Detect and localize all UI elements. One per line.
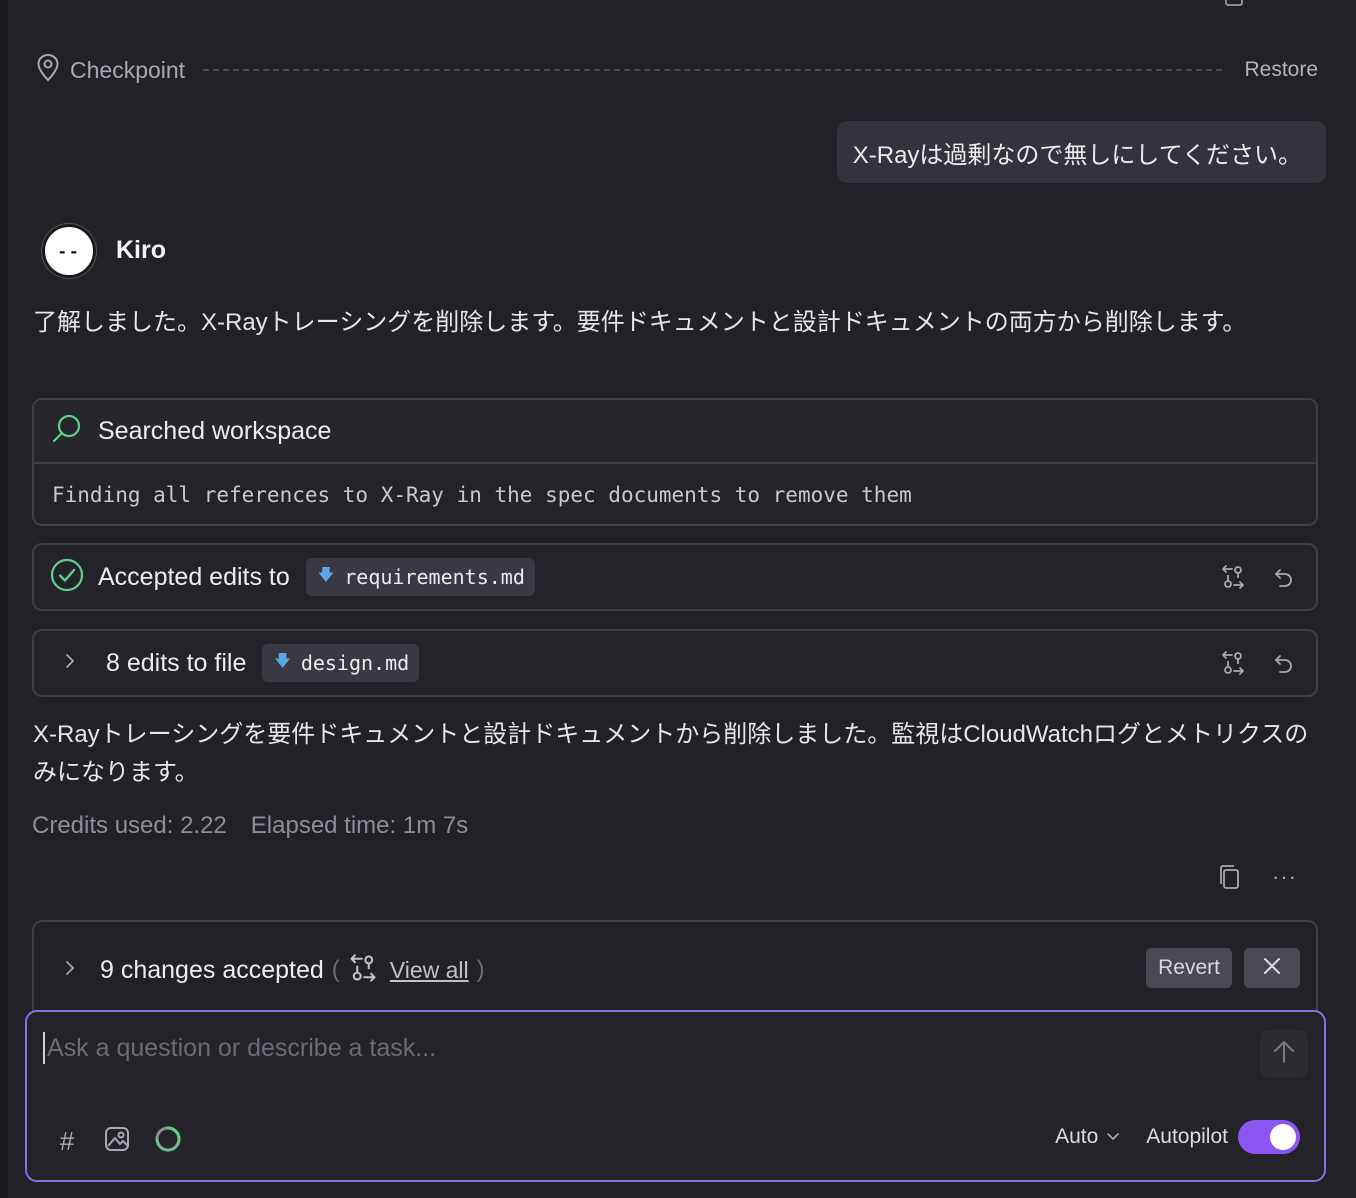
accepted-edits-label: Accepted edits to [98, 562, 290, 591]
elapsed-time: Elapsed time: 1m 7s [250, 812, 469, 839]
compare-diff-icon[interactable] [1220, 650, 1246, 676]
accepted-edits-card: Accepted edits to 🡇 requirements.md [32, 543, 1318, 611]
chevron-right-icon[interactable] [62, 653, 78, 674]
file-chip-design[interactable]: 🡇 design.md [262, 644, 420, 682]
revert-button[interactable]: Revert [1146, 948, 1232, 988]
location-pin-icon [36, 53, 60, 88]
image-upload-icon[interactable] [103, 1125, 131, 1158]
paren-open: ( [331, 956, 340, 983]
search-query-text: Finding all references to X-Ray in the s… [52, 483, 912, 507]
model-select-value: Auto [1055, 1125, 1099, 1148]
close-icon [1262, 956, 1282, 981]
edits-to-file-card[interactable]: 8 edits to file 🡇 design.md [32, 629, 1318, 697]
search-card-title: Searched workspace [98, 416, 332, 445]
user-message: X-Rayは過剰なので無しにしてください。 [836, 121, 1326, 183]
model-select[interactable]: Auto [1055, 1125, 1120, 1149]
undo-icon[interactable] [1270, 650, 1296, 676]
edits-row-actions [1220, 631, 1296, 695]
file-chip-name: requirements.md [344, 565, 525, 589]
check-circle-icon [50, 558, 84, 597]
composer-tools: # [53, 1124, 183, 1159]
toggle-knob [1270, 1124, 1296, 1150]
chat-input-box[interactable]: Ask a question or describe a task... # A… [25, 1010, 1326, 1182]
copy-icon[interactable] [1216, 864, 1242, 890]
send-button[interactable] [1260, 1030, 1308, 1078]
undo-icon[interactable] [1270, 564, 1296, 590]
restore-button[interactable]: Restore [1244, 58, 1318, 82]
file-chip-requirements[interactable]: 🡇 requirements.md [305, 558, 535, 596]
assistant-intro-text: 了解しました。X-Rayトレーシングを削除します。要件ドキュメントと設計ドキュメ… [33, 309, 1247, 336]
changes-accepted-label: 9 changes accepted [100, 955, 324, 984]
changes-accepted-bar: 9 changes accepted ( View all ) Revert [32, 920, 1318, 1020]
accepted-row-actions [1220, 545, 1296, 609]
compare-diff-icon[interactable] [1220, 564, 1246, 590]
paren-close: ) [476, 956, 485, 983]
hash-context-icon[interactable]: # [53, 1126, 81, 1157]
chevron-right-icon[interactable] [62, 960, 78, 981]
checkpoint-label: Checkpoint [70, 56, 186, 83]
searched-workspace-card: Searched workspace Finding all reference… [32, 398, 1318, 526]
file-chip-name: design.md [300, 651, 410, 675]
compare-diff-icon [348, 953, 378, 988]
assistant-summary-text: X-Rayトレーシングを要件ドキュメントと設計ドキュメントから削除しました。監視… [33, 721, 1309, 786]
status-spinner-icon [153, 1124, 183, 1159]
credits-used: Credits used: 2.22 [32, 812, 227, 839]
search-icon [50, 412, 84, 451]
changes-summary: 9 changes accepted ( View all ) [62, 950, 493, 990]
edits-to-file-label: 8 edits to file [106, 648, 247, 677]
markdown-file-icon: 🡇 [274, 652, 291, 670]
close-button[interactable] [1244, 948, 1300, 988]
usage-stats: Credits used: 2.22 Elapsed time: 1m 7s [32, 812, 468, 840]
more-options-icon[interactable]: ··· [1272, 864, 1297, 890]
assistant-name: Kiro [116, 236, 166, 264]
autopilot-toggle[interactable] [1238, 1120, 1300, 1154]
chat-input[interactable]: Ask a question or describe a task... [43, 1032, 436, 1064]
checkpoint-divider [203, 69, 1223, 71]
autopilot-label: Autopilot [1146, 1125, 1228, 1148]
message-actions: ··· [1216, 864, 1297, 890]
search-card-header: Searched workspace [34, 400, 1316, 464]
avatar-eyes: -- [57, 241, 81, 261]
composer-right-tools: Auto Autopilot [1055, 1120, 1300, 1154]
view-all-link[interactable]: View all [390, 957, 469, 984]
copy-icon-partial[interactable] [1225, 0, 1243, 6]
markdown-file-icon: 🡇 [317, 566, 335, 584]
kiro-avatar: -- [42, 224, 96, 278]
chevron-down-icon [1106, 1125, 1120, 1149]
arrow-up-icon [1271, 1039, 1297, 1070]
checkpoint-row: Checkpoint Restore [36, 52, 1318, 88]
